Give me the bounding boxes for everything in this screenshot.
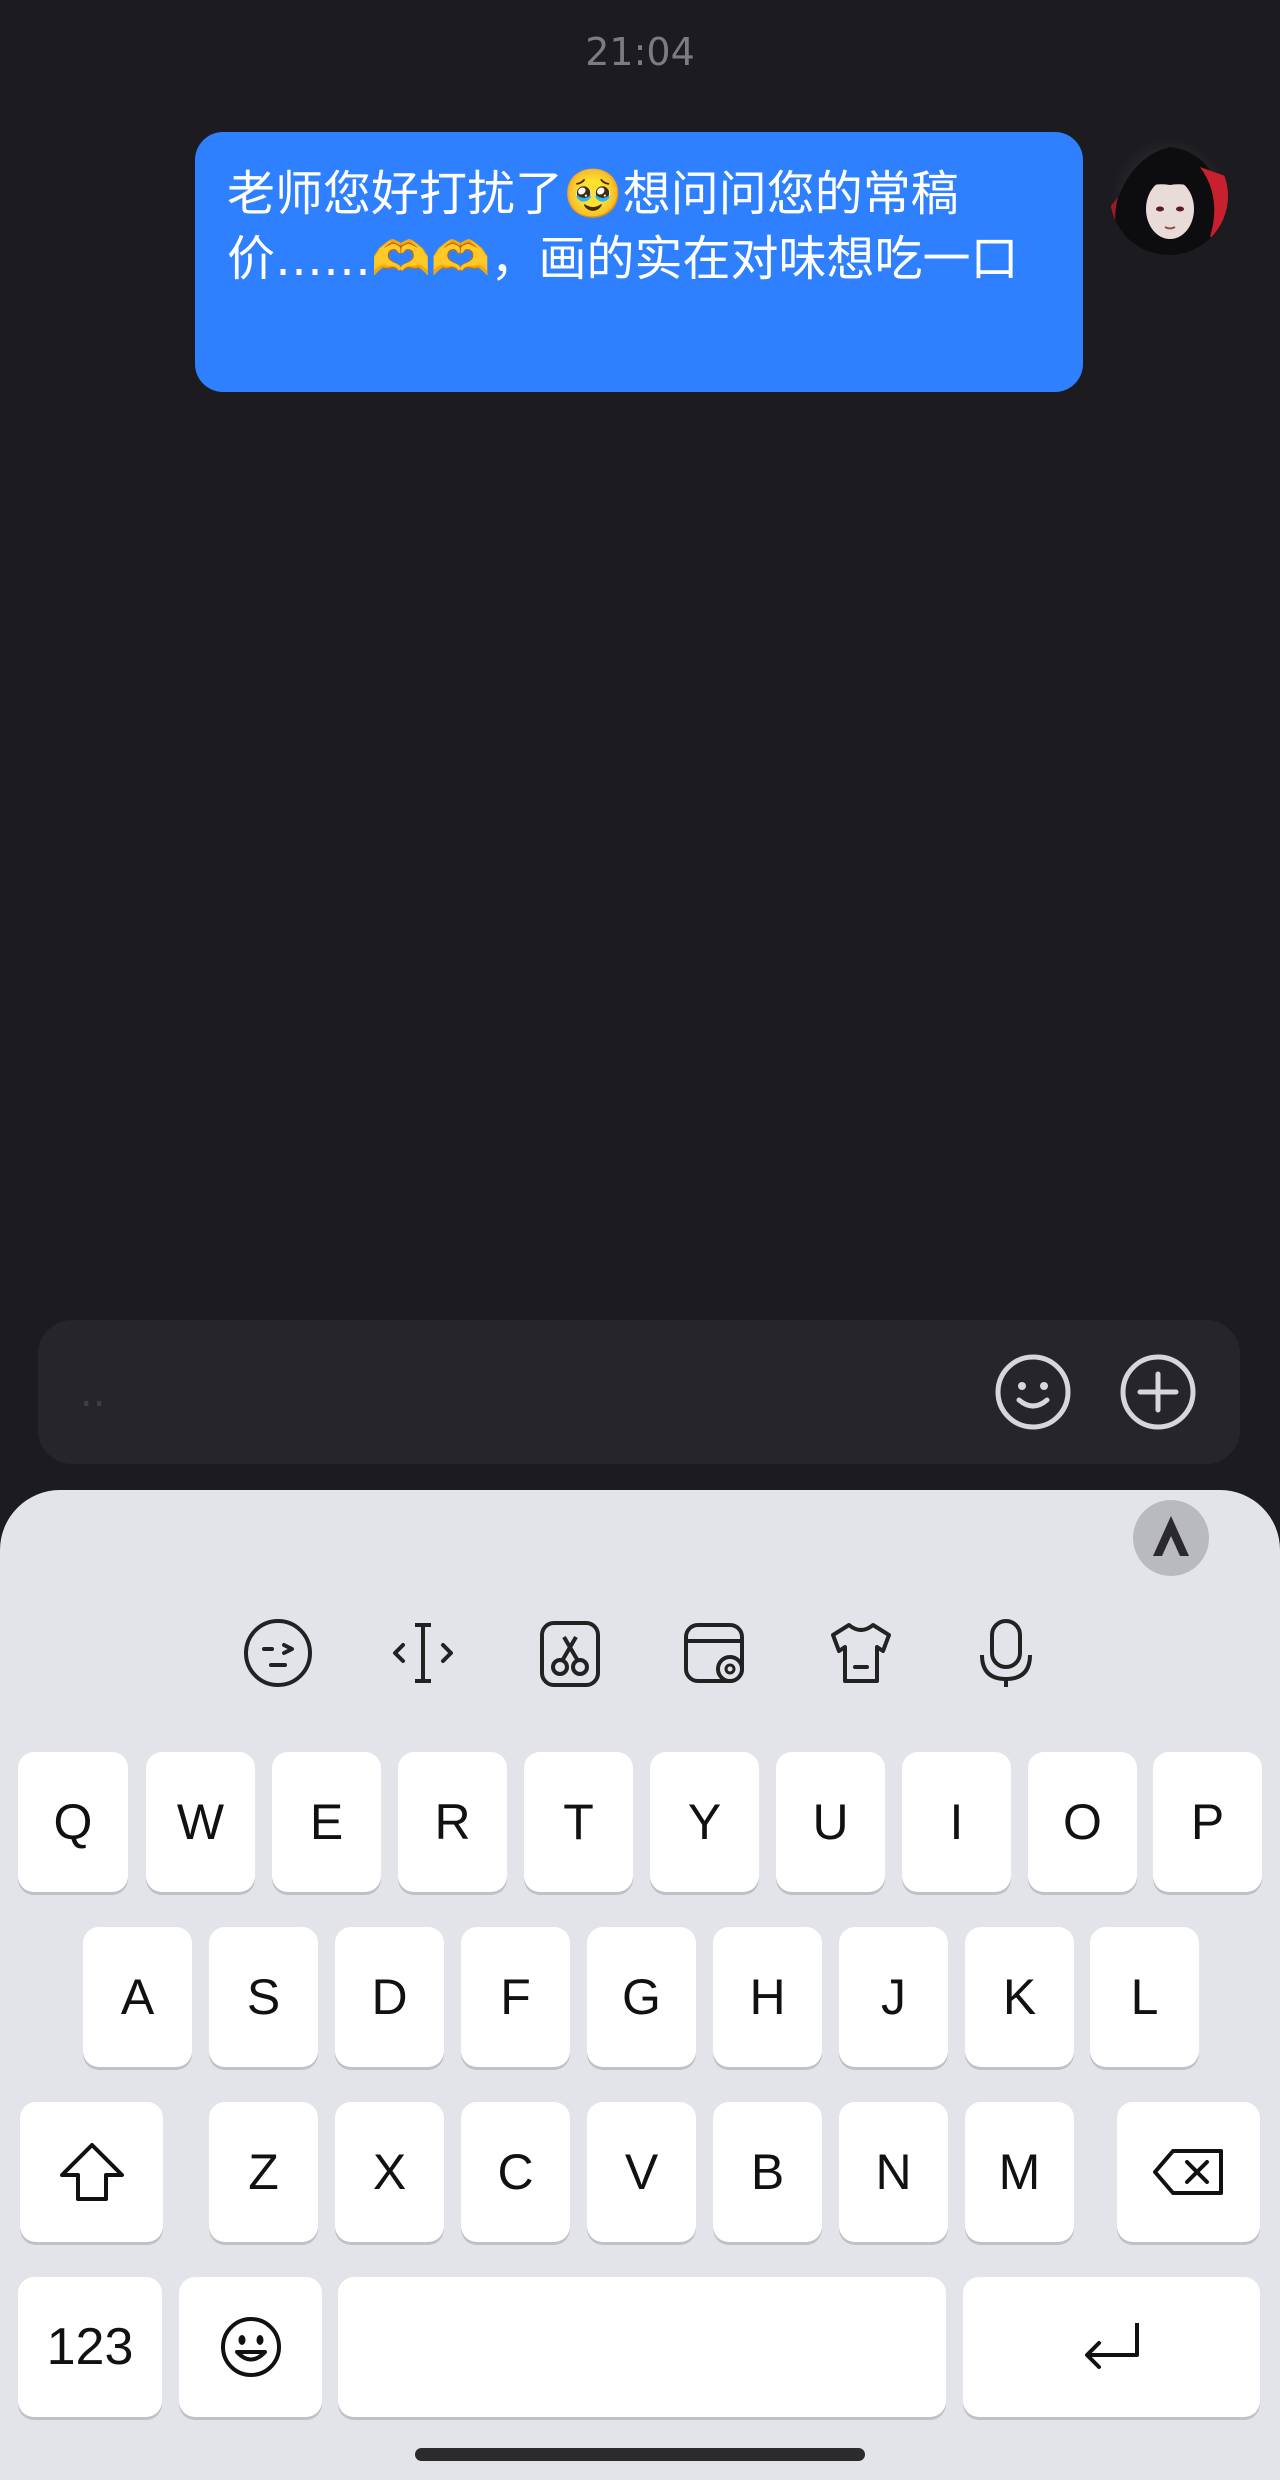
key-x[interactable]: X — [335, 2102, 444, 2242]
space-key[interactable] — [338, 2277, 946, 2417]
message-timestamp: 21:04 — [585, 30, 695, 74]
clipboard-scissors-icon[interactable] — [532, 1615, 608, 1691]
shirt-skin-icon[interactable] — [823, 1615, 899, 1691]
keyboard-assistant-button[interactable] — [1133, 1500, 1209, 1576]
backspace-key[interactable] — [1117, 2102, 1260, 2242]
avatar-image — [1110, 137, 1228, 255]
key-g[interactable]: G — [587, 1927, 696, 2067]
key-e[interactable]: E — [272, 1752, 381, 1892]
key-r[interactable]: R — [398, 1752, 507, 1892]
key-b[interactable]: B — [713, 2102, 822, 2242]
key-s[interactable]: S — [209, 1927, 318, 2067]
avatar[interactable] — [1110, 137, 1228, 255]
return-arrow-icon — [1084, 2323, 1139, 2369]
key-m[interactable]: M — [965, 2102, 1074, 2242]
key-d[interactable]: D — [335, 1927, 444, 2067]
key-k[interactable]: K — [965, 1927, 1074, 2067]
key-t[interactable]: T — [524, 1752, 633, 1892]
key-l[interactable]: L — [1090, 1927, 1199, 2067]
key-h[interactable]: H — [713, 1927, 822, 2067]
message-input[interactable] — [78, 1340, 982, 1446]
key-p[interactable]: P — [1153, 1752, 1262, 1892]
chat-area: 21:04 老师您好打扰了🥹想问问您的常稿价……🫶🫶，画的实在对味想吃一口 — [0, 0, 1280, 1490]
key-c[interactable]: C — [461, 2102, 570, 2242]
backspace-icon — [1152, 2149, 1223, 2195]
key-w[interactable]: W — [146, 1752, 255, 1892]
home-indicator[interactable] — [415, 2448, 865, 2461]
microphone-icon[interactable] — [968, 1615, 1044, 1691]
key-v[interactable]: V — [587, 2102, 696, 2242]
smile-icon — [995, 1354, 1071, 1430]
key-z[interactable]: Z — [209, 2102, 318, 2242]
wallet-settings-icon[interactable] — [678, 1615, 754, 1691]
assistant-icon — [1153, 1516, 1189, 1556]
key-u[interactable]: U — [776, 1752, 885, 1892]
emoji-key[interactable] — [179, 2277, 322, 2417]
shift-arrow-icon — [59, 2143, 124, 2201]
shift-key[interactable] — [20, 2102, 163, 2242]
emoji-button[interactable] — [993, 1352, 1073, 1432]
key-j[interactable]: J — [839, 1927, 948, 2067]
message-input-bar — [38, 1320, 1240, 1464]
numbers-key[interactable]: 123 — [18, 2277, 162, 2417]
add-button[interactable] — [1118, 1352, 1198, 1432]
keyboard: Q W E R T Y U I O P A S D F G H J K L Z … — [0, 1490, 1280, 2480]
return-key[interactable] — [963, 2277, 1260, 2417]
emoji-face-icon[interactable] — [240, 1615, 316, 1691]
plus-circle-icon — [1120, 1354, 1196, 1430]
key-y[interactable]: Y — [650, 1752, 759, 1892]
key-n[interactable]: N — [839, 2102, 948, 2242]
message-bubble[interactable]: 老师您好打扰了🥹想问问您的常稿价……🫶🫶，画的实在对味想吃一口 — [195, 132, 1083, 392]
key-f[interactable]: F — [461, 1927, 570, 2067]
key-i[interactable]: I — [902, 1752, 1011, 1892]
key-q[interactable]: Q — [18, 1752, 128, 1892]
cursor-icon[interactable] — [385, 1615, 461, 1691]
key-o[interactable]: O — [1028, 1752, 1137, 1892]
emoji-key-icon — [220, 2317, 281, 2377]
key-a[interactable]: A — [83, 1927, 192, 2067]
